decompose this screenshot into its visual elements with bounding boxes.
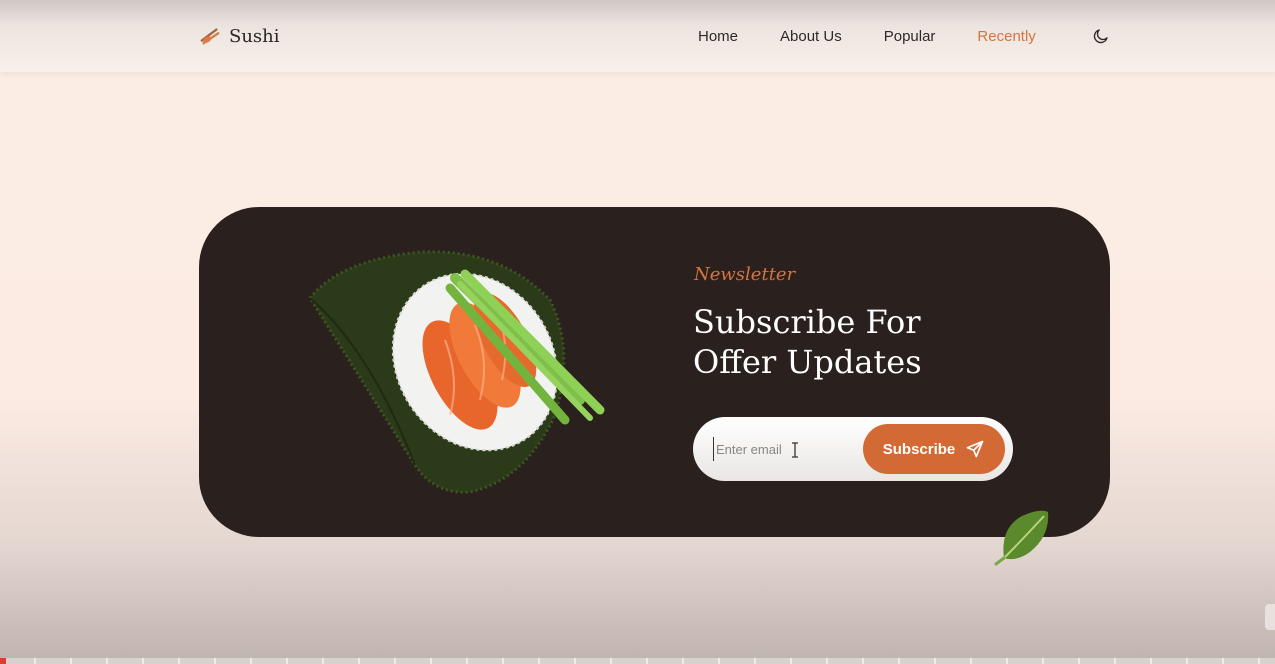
scroll-up-handle[interactable]	[1265, 604, 1275, 630]
newsletter-title: Subscribe For Offer Updates	[693, 302, 993, 382]
moon-icon[interactable]	[1092, 27, 1110, 45]
site-header: Sushi Home About Us Popular Recently	[0, 0, 1275, 72]
brand-name: Sushi	[229, 25, 280, 47]
send-icon	[966, 440, 984, 458]
nav-popular[interactable]: Popular	[884, 28, 936, 45]
progress-marker	[0, 658, 6, 664]
nav-about-us[interactable]: About Us	[780, 28, 842, 45]
sushi-logo-icon	[200, 28, 220, 45]
text-cursor-icon	[792, 442, 798, 458]
video-progress-strip	[0, 658, 1275, 664]
sushi-hand-roll-image	[308, 250, 605, 494]
brand-logo[interactable]: Sushi	[199, 22, 280, 50]
title-line-1: Subscribe For	[693, 303, 921, 341]
subscribe-form: Subscribe	[693, 417, 1013, 481]
nav-recently[interactable]: Recently	[977, 28, 1035, 45]
title-line-2: Offer Updates	[693, 343, 922, 381]
main-nav: Home About Us Popular Recently	[698, 24, 1078, 48]
subscribe-button[interactable]: Subscribe	[863, 424, 1005, 474]
leaf-icon	[994, 510, 1049, 566]
newsletter-kicker: Newsletter	[694, 264, 796, 285]
email-input[interactable]	[713, 437, 853, 461]
subscribe-button-label: Subscribe	[882, 440, 956, 458]
nav-home[interactable]: Home	[698, 28, 738, 45]
